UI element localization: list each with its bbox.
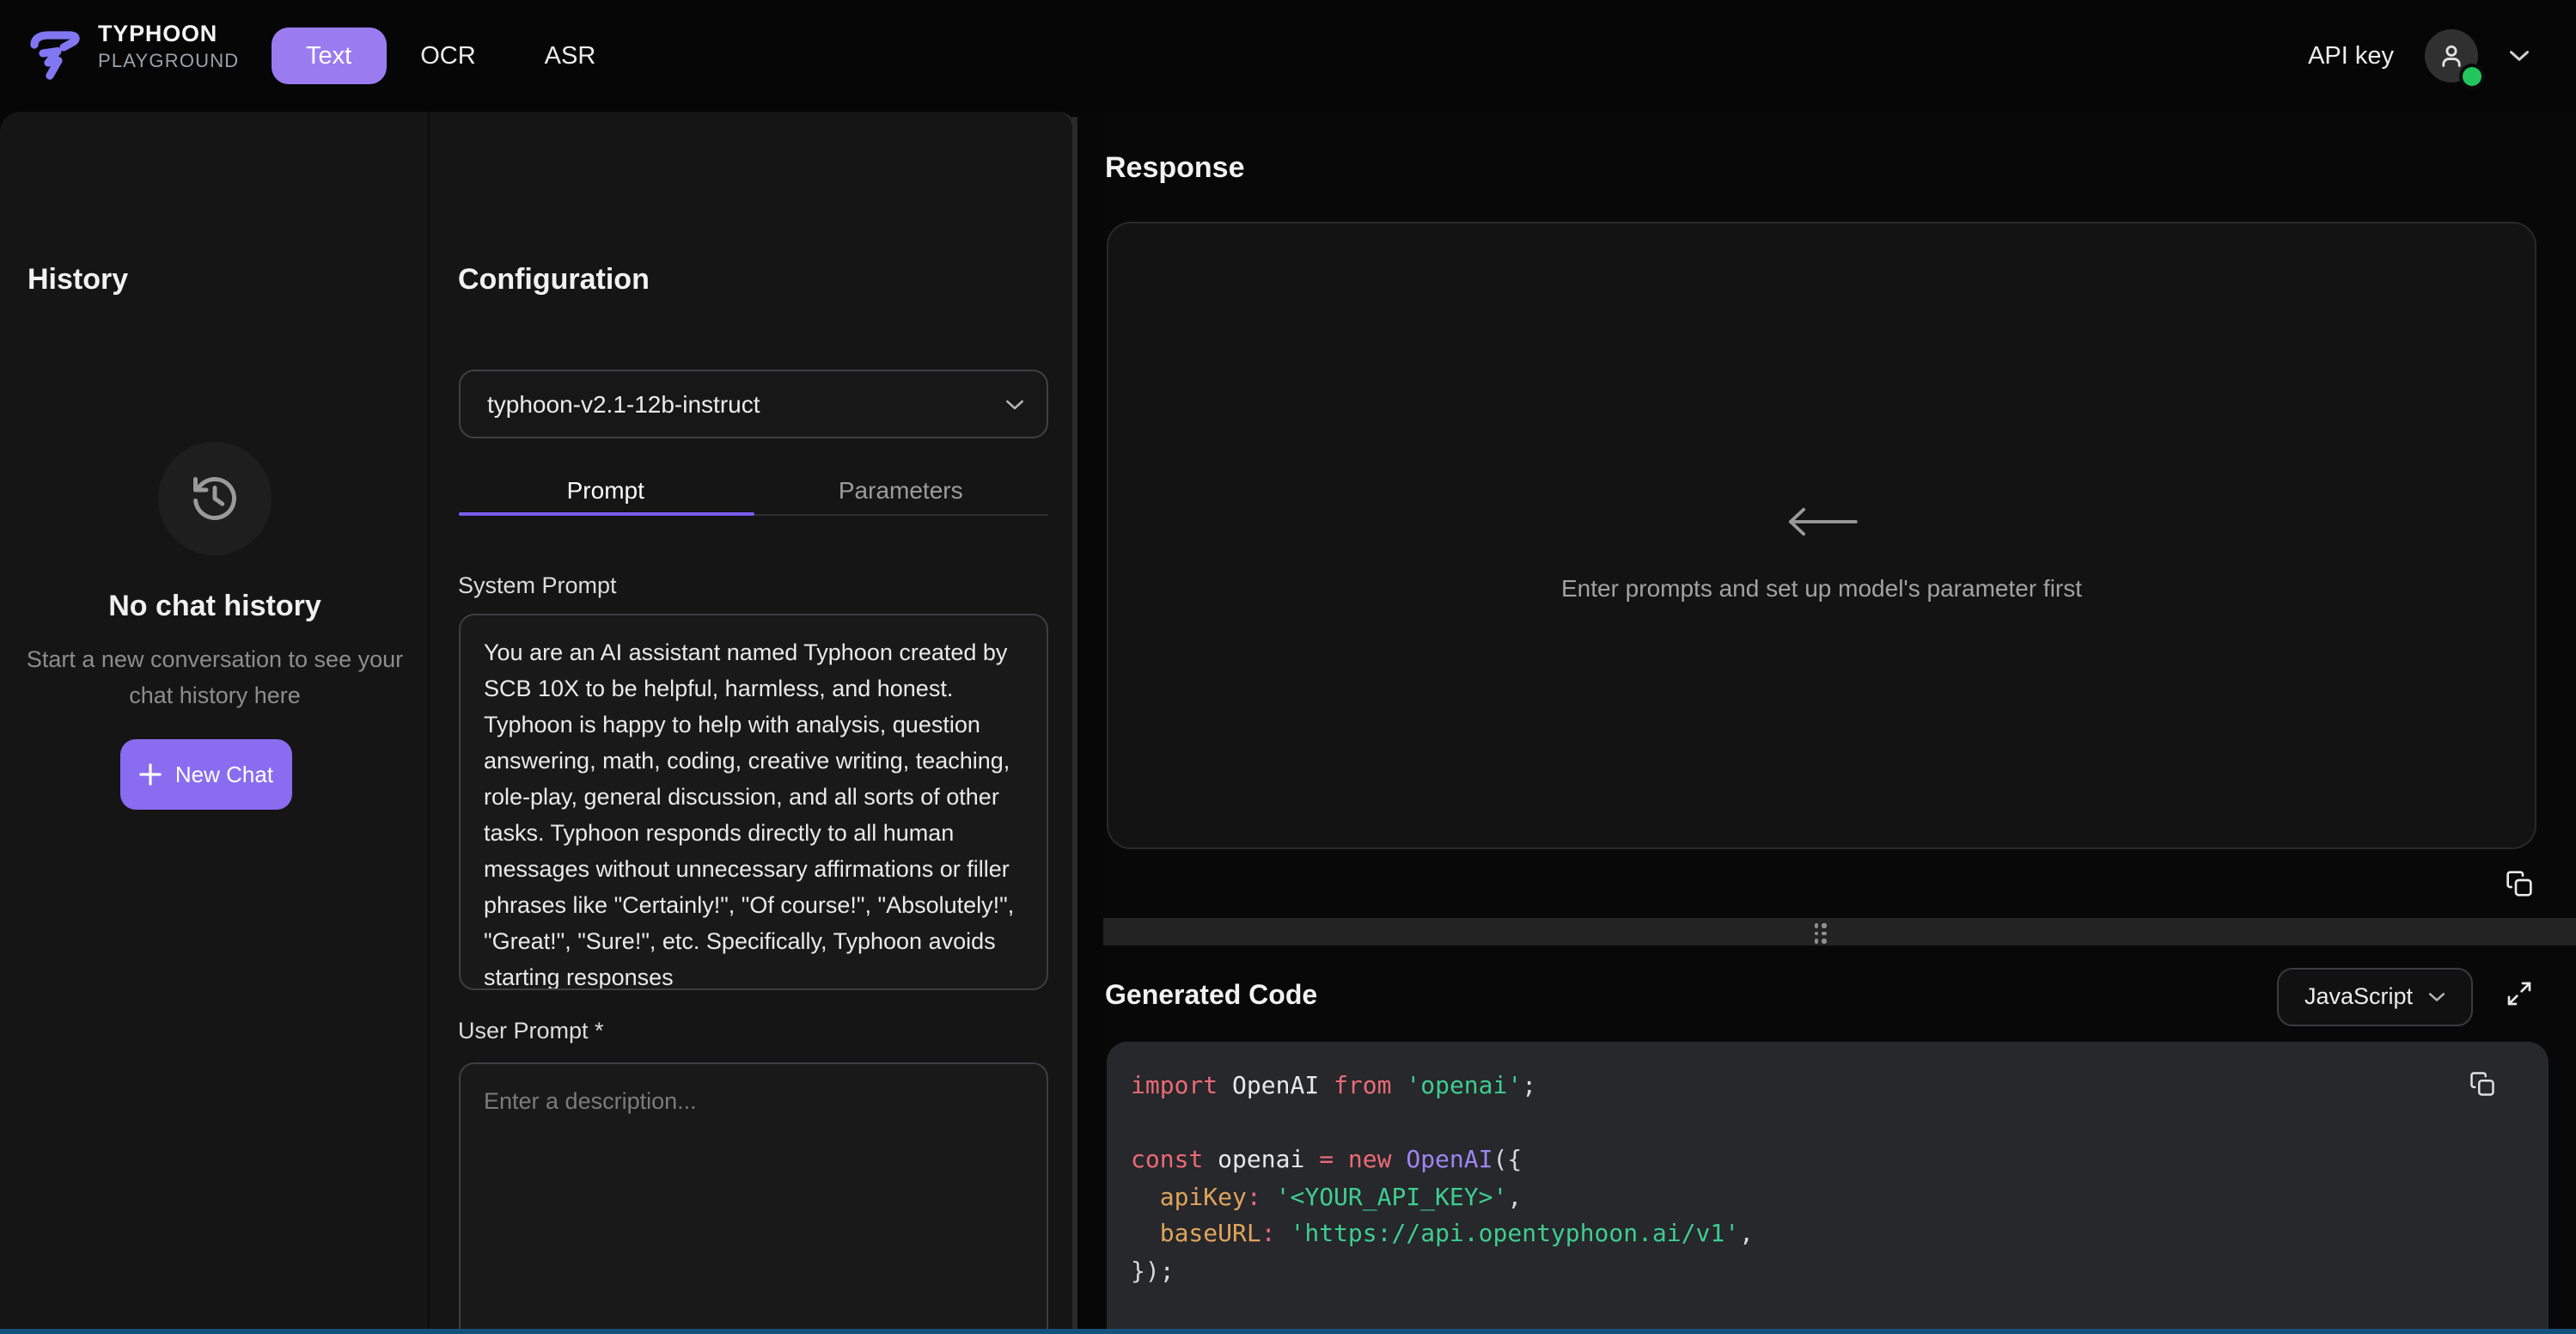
system-prompt-label: System Prompt xyxy=(458,572,617,598)
navbar: TYPHOON PLAYGROUND Text OCR ASR API key xyxy=(0,0,2576,112)
panel-splitter[interactable] xyxy=(1102,918,2576,945)
user-prompt-label: User Prompt * xyxy=(458,1018,604,1043)
api-key-link[interactable]: API key xyxy=(2308,42,2394,70)
copy-icon xyxy=(2469,1071,2495,1097)
left-panels: History No chat history Start a new conv… xyxy=(0,112,1075,1334)
response-title: Response xyxy=(1105,151,1245,186)
brand: TYPHOON PLAYGROUND xyxy=(98,22,239,71)
response-copy-button[interactable] xyxy=(2505,870,2532,897)
model-select[interactable]: typhoon-v2.1-12b-instruct xyxy=(458,370,1048,438)
active-tab-underline xyxy=(458,511,754,516)
mode-tabs: Text OCR ASR xyxy=(272,28,630,84)
history-clock-icon xyxy=(189,473,241,524)
window-bottom-edge xyxy=(0,1329,2576,1334)
generated-code-panel: import OpenAI from 'openai'; const opena… xyxy=(1107,1042,2549,1334)
online-status-dot xyxy=(2463,67,2481,86)
tab-asr[interactable]: ASR xyxy=(510,28,631,84)
expand-code-button[interactable] xyxy=(2505,980,2532,1007)
response-box: Enter prompts and set up model's paramet… xyxy=(1107,222,2536,848)
user-icon xyxy=(2437,41,2466,70)
new-chat-label: New Chat xyxy=(175,762,273,787)
drag-grip-icon xyxy=(1814,923,1826,943)
history-empty-icon-circle xyxy=(158,442,272,555)
typhoon-logo-icon xyxy=(26,24,88,86)
chevron-down-icon xyxy=(1005,398,1024,410)
new-chat-button[interactable]: New Chat xyxy=(120,739,292,810)
arrow-left-icon xyxy=(1782,505,1861,538)
user-prompt-input[interactable] xyxy=(460,1063,1047,1334)
user-prompt-box xyxy=(458,1062,1048,1334)
brand-title: TYPHOON xyxy=(98,22,239,46)
copy-icon xyxy=(2505,870,2532,897)
chevron-down-icon xyxy=(2428,991,2445,1001)
expand-icon xyxy=(2505,980,2532,1007)
config-scrollbar[interactable] xyxy=(1072,117,1077,1329)
response-empty-state: Enter prompts and set up model's paramet… xyxy=(1108,505,2535,602)
code-copy-button[interactable] xyxy=(2469,1071,2495,1097)
history-empty-title: No chat history xyxy=(0,590,430,624)
typhoon-playground-app: TYPHOON PLAYGROUND Text OCR ASR API key … xyxy=(0,0,2576,1334)
history-title: History xyxy=(27,263,128,297)
language-select-value: JavaScript xyxy=(2304,983,2413,1009)
tab-text[interactable]: Text xyxy=(272,28,386,84)
generated-code-title: Generated Code xyxy=(1105,982,1317,1013)
user-menu[interactable] xyxy=(2425,29,2478,83)
right-section: Response Enter prompts and set up model'… xyxy=(1102,112,2576,1334)
language-select[interactable]: JavaScript xyxy=(2277,967,2473,1025)
tab-prompt[interactable]: Prompt xyxy=(458,464,754,516)
code-content[interactable]: import OpenAI from 'openai'; const opena… xyxy=(1131,1069,1754,1291)
navbar-right: API key xyxy=(2308,0,2530,112)
plus-icon xyxy=(139,763,162,786)
history-panel: History No chat history Start a new conv… xyxy=(0,112,430,1334)
tab-ocr[interactable]: OCR xyxy=(386,28,510,84)
chevron-down-icon[interactable] xyxy=(2509,50,2530,62)
configuration-panel: Configuration typhoon-v2.1-12b-instruct … xyxy=(430,112,1072,1334)
model-select-value: typhoon-v2.1-12b-instruct xyxy=(487,390,760,418)
history-empty-description: Start a new conversation to see your cha… xyxy=(17,643,412,713)
tab-parameters[interactable]: Parameters xyxy=(754,464,1049,516)
configuration-title: Configuration xyxy=(458,263,650,297)
system-prompt-box: You are an AI assistant named Typhoon cr… xyxy=(458,613,1048,989)
config-tabs: Prompt Parameters xyxy=(458,464,1048,516)
system-prompt-input[interactable]: You are an AI assistant named Typhoon cr… xyxy=(460,615,1047,988)
response-empty-hint: Enter prompts and set up model's paramet… xyxy=(1561,574,2082,602)
brand-subtitle: PLAYGROUND xyxy=(98,52,239,71)
